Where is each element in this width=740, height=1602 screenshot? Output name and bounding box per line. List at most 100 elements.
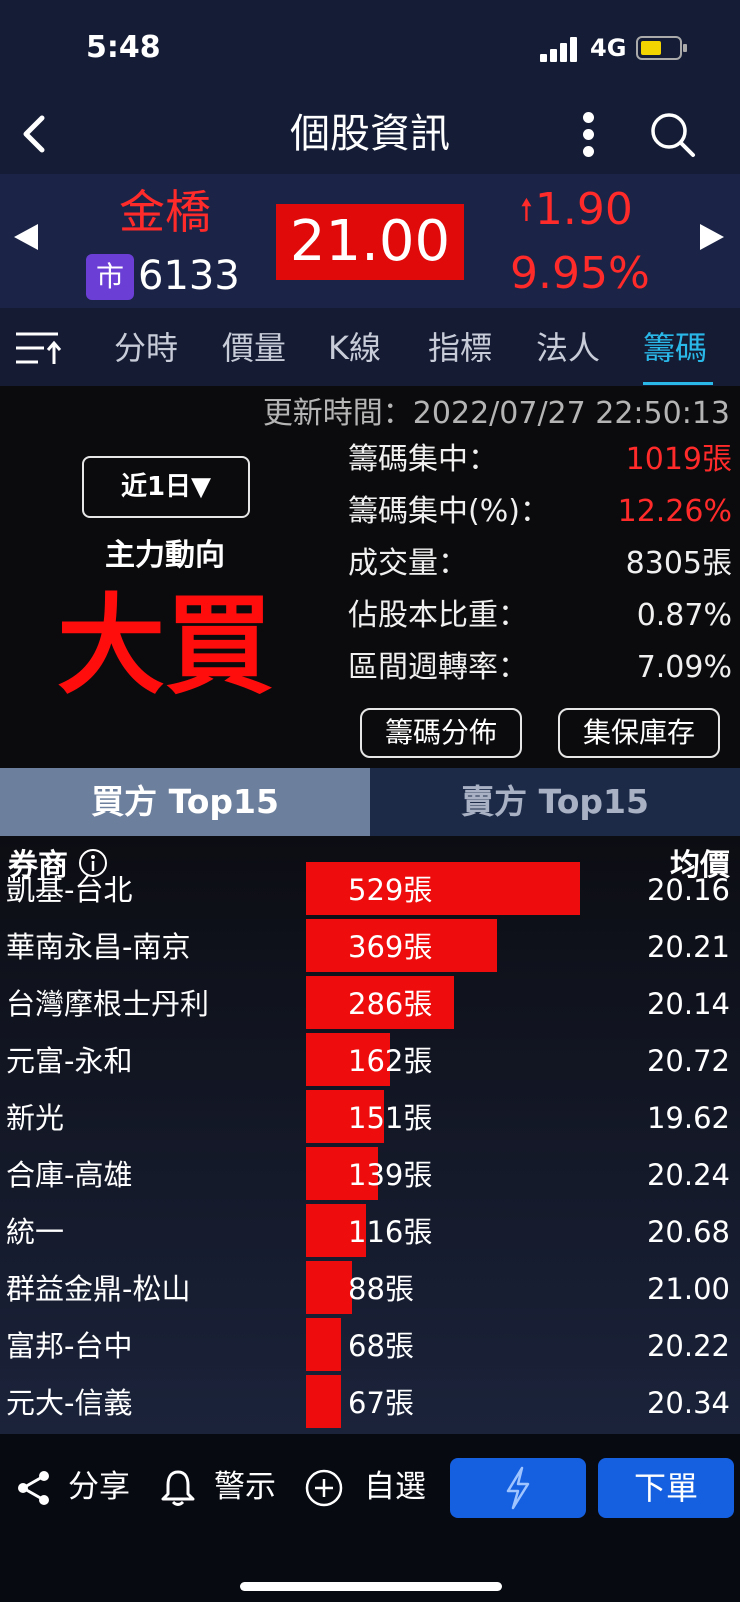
active-tab-indicator: [643, 382, 713, 385]
quantity-label: 369張: [348, 930, 433, 964]
more-dot-icon: [583, 129, 594, 140]
table-row[interactable]: 華南永昌-南京 369張 20.21: [0, 919, 740, 976]
stat-label-turnover: 區間週轉率：: [348, 650, 528, 685]
sort-menu-button[interactable]: [14, 328, 64, 368]
price-change-value: 1.90: [534, 184, 633, 235]
broker-name: 元富-永和: [6, 1044, 133, 1078]
avg-price: 20.16: [646, 873, 730, 907]
quantity-label: 139張: [348, 1158, 433, 1192]
quantity-bar: [306, 1375, 341, 1428]
table-row[interactable]: 元大-信義 67張 20.34: [0, 1375, 740, 1432]
tab-institutional[interactable]: 法人: [536, 326, 600, 370]
quantity-bar: [306, 1318, 341, 1371]
table-row[interactable]: 新光 151張 19.62: [0, 1090, 740, 1147]
quantity-label: 88張: [348, 1272, 414, 1306]
lightning-icon: [506, 1466, 530, 1510]
stat-value-concentration-pct: 12.26%: [617, 494, 732, 529]
avg-price: 20.72: [646, 1044, 730, 1078]
app-header: 個股資訊: [0, 96, 740, 174]
status-bar: 5:48 4G: [0, 0, 740, 96]
stat-value-turnover: 7.09%: [636, 650, 732, 685]
status-time: 5:48: [86, 30, 161, 65]
tab-price-volume[interactable]: 價量: [222, 326, 286, 370]
chip-distribution-button[interactable]: 籌碼分佈: [360, 708, 522, 758]
tab-buy-top15[interactable]: 買方 Top15: [0, 768, 370, 836]
stock-name: 金橋: [119, 185, 211, 239]
share-button[interactable]: 分享: [68, 1464, 130, 1510]
tab-k-line[interactable]: K線: [328, 326, 381, 370]
broker-name: 華南永昌-南京: [6, 930, 191, 964]
broker-name: 合庫-高雄: [6, 1158, 133, 1192]
network-type: 4G: [590, 34, 627, 62]
stock-code: 6133: [138, 253, 240, 299]
search-icon: [651, 113, 695, 157]
buy-sell-tabs: 買方 Top15 賣方 Top15: [0, 768, 740, 836]
avg-price: 20.24: [646, 1158, 730, 1192]
quantity-label: 67張: [348, 1386, 414, 1420]
quantity-label: 529張: [348, 873, 433, 907]
signal-icon: [540, 36, 580, 62]
tab-indicators[interactable]: 指標: [428, 326, 492, 370]
tab-time-sharing[interactable]: 分時: [114, 326, 178, 370]
page-title: 個股資訊: [290, 111, 450, 157]
avg-price: 20.68: [646, 1215, 730, 1249]
watchlist-button[interactable]: 自選: [364, 1464, 426, 1510]
avg-price: 21.00: [646, 1272, 730, 1306]
bell-icon[interactable]: [158, 1468, 198, 1508]
broker-name: 富邦-台中: [6, 1329, 133, 1363]
stat-label-concentration-pct: 籌碼集中(%)：: [348, 494, 550, 529]
avg-price: 19.62: [646, 1101, 730, 1135]
period-dropdown[interactable]: 近1日▼: [82, 456, 250, 518]
quantity-label: 68張: [348, 1329, 414, 1363]
broker-name: 群益金鼎-松山: [6, 1272, 191, 1306]
up-arrow-icon: 🠕: [520, 193, 533, 228]
next-stock-arrow-icon[interactable]: [700, 224, 724, 250]
search-button[interactable]: [648, 110, 698, 160]
home-indicator: [240, 1582, 502, 1591]
broker-name: 凱基-台北: [6, 873, 133, 907]
share-icon[interactable]: [14, 1468, 54, 1508]
main-trend-label: 主力動向: [105, 538, 225, 573]
battery-icon: [636, 36, 687, 60]
main-trend-value: 大買: [56, 584, 273, 709]
stat-label-volume: 成交量：: [348, 546, 468, 581]
place-order-button[interactable]: 下單: [598, 1458, 734, 1518]
quantity-label: 162張: [348, 1044, 433, 1078]
prev-stock-arrow-icon[interactable]: [14, 224, 38, 250]
custody-inventory-button[interactable]: 集保庫存: [558, 708, 720, 758]
broker-name: 統一: [6, 1215, 65, 1249]
table-row[interactable]: 富邦-台中 68張 20.22: [0, 1318, 740, 1375]
tab-bar: 分時 價量 K線 指標 法人 籌碼: [0, 308, 740, 386]
quote-bar: 金橋 市 6133 21.00 🠕1.90 9.95%: [0, 174, 740, 308]
flash-order-button[interactable]: [450, 1458, 586, 1518]
quantity-label: 151張: [348, 1101, 433, 1135]
alert-button[interactable]: 警示: [214, 1464, 276, 1510]
table-row[interactable]: 合庫-高雄 139張 20.24: [0, 1147, 740, 1204]
quantity-label: 286張: [348, 987, 433, 1021]
add-circle-icon[interactable]: [304, 1468, 344, 1508]
table-row[interactable]: 統一 116張 20.68: [0, 1204, 740, 1261]
tab-sell-top15[interactable]: 賣方 Top15: [370, 768, 740, 836]
avg-price: 20.22: [646, 1329, 730, 1363]
avg-price: 20.34: [646, 1386, 730, 1420]
broker-name: 元大-信義: [6, 1386, 133, 1420]
avg-price: 20.14: [646, 987, 730, 1021]
broker-table: 券商 均價 凱基-台北 529張 20.16 華南永昌-南京 369張 20.21 台灣摩根…: [0, 836, 740, 1434]
table-row[interactable]: 台灣摩根士丹利 286張 20.14: [0, 976, 740, 1033]
more-dot-icon: [583, 112, 594, 123]
stat-value-capital-ratio: 0.87%: [636, 598, 732, 633]
price-change: 🠕1.90: [520, 182, 633, 239]
stat-label-capital-ratio: 佔股本比重：: [348, 598, 528, 633]
more-dot-icon: [583, 146, 594, 157]
sort-icon: [16, 332, 62, 364]
table-row[interactable]: 凱基-台北 529張 20.16: [0, 862, 740, 919]
more-menu-button[interactable]: [574, 108, 604, 162]
tab-chips[interactable]: 籌碼: [643, 326, 707, 370]
bottom-toolbar: 分享 警示 自選 下單: [0, 1434, 740, 1602]
avg-price: 20.21: [646, 930, 730, 964]
table-row[interactable]: 群益金鼎-松山 88張 21.00: [0, 1261, 740, 1318]
table-row[interactable]: 元富-永和 162張 20.72: [0, 1033, 740, 1090]
quantity-label: 116張: [348, 1215, 433, 1249]
stat-value-concentration: 1019張: [625, 442, 732, 477]
stat-label-concentration: 籌碼集中：: [348, 442, 498, 477]
